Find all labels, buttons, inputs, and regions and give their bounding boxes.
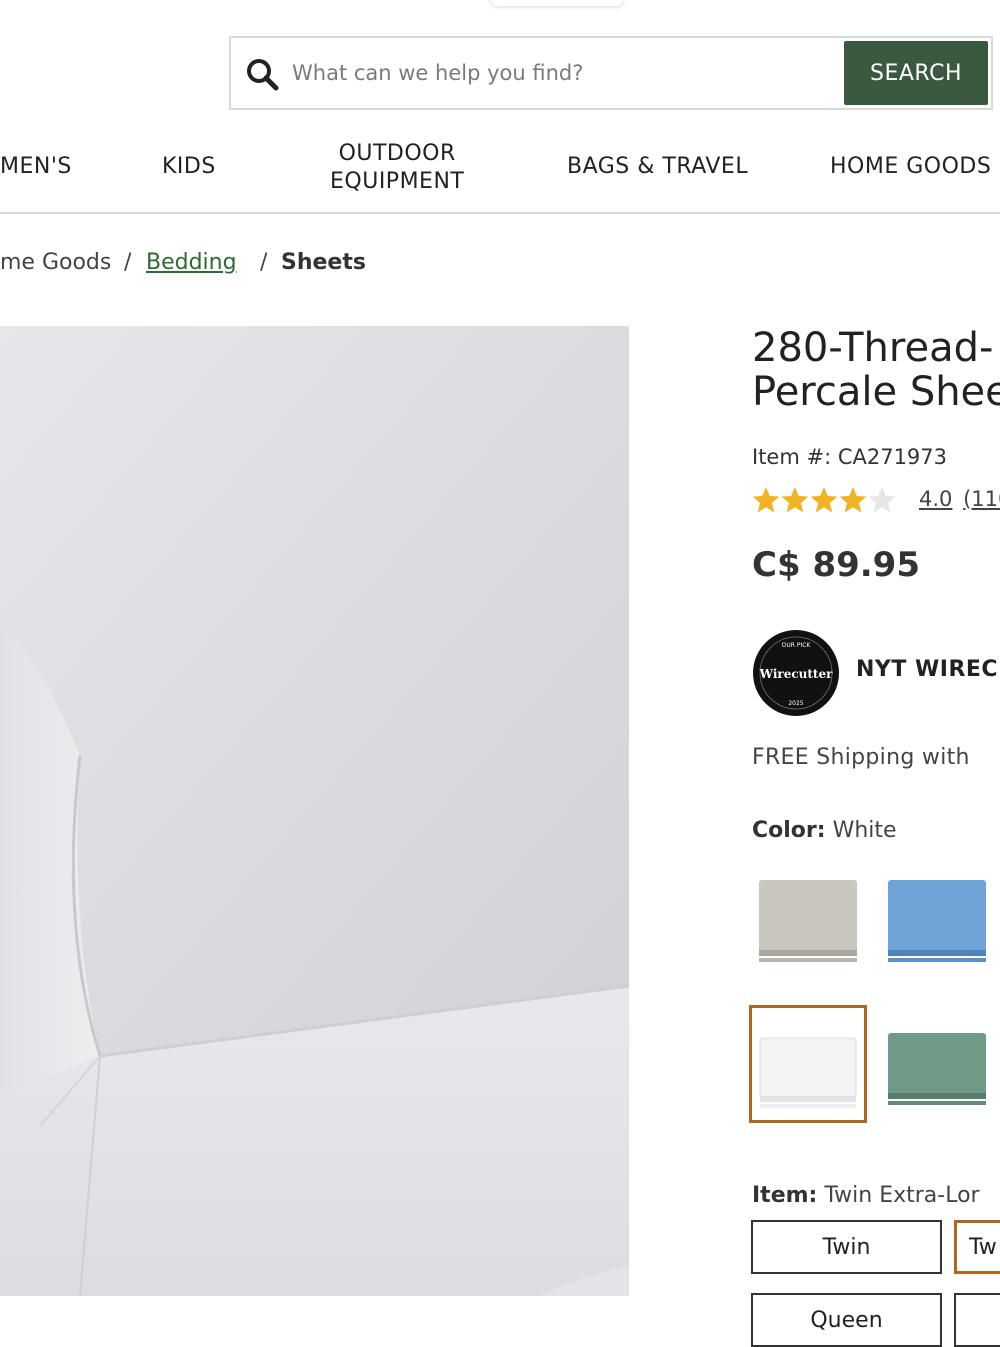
size-option-twin-extra-long[interactable]: Tw <box>954 1220 1000 1274</box>
breadcrumb-current: Sheets <box>281 250 366 275</box>
breadcrumb-bedding-link[interactable]: Bedding <box>146 250 237 275</box>
wirecutter-badge-icon: OUR PICK Wirecutter 2025 <box>753 630 839 716</box>
rating-stars[interactable] <box>752 485 897 515</box>
folded-sheet-icon <box>888 880 986 962</box>
breadcrumb-separator: / <box>124 250 132 275</box>
star-icon <box>810 487 838 513</box>
badge-top-text: OUR PICK <box>782 642 812 649</box>
product-image[interactable] <box>0 326 629 1296</box>
item-label-value: Twin Extra-Lor <box>824 1183 980 1208</box>
size-option-next[interactable] <box>954 1293 1000 1347</box>
color-label-key: Color: <box>752 818 826 843</box>
color-swatch-blue[interactable] <box>878 862 996 980</box>
breadcrumb-separator: / <box>260 250 268 275</box>
free-shipping-text: FREE Shipping with <box>752 745 970 770</box>
nav-item-outdoor-equipment[interactable]: OUTDOOR EQUIPMENT <box>330 140 464 196</box>
color-swatch-white[interactable] <box>749 1005 867 1123</box>
product-title-line: Percale Shee <box>752 369 1000 415</box>
search-button[interactable]: SEARCH <box>844 41 988 105</box>
nav-item-bags-travel[interactable]: BAGS & TRAVEL <box>567 153 748 181</box>
breadcrumb-home-goods[interactable]: me Goods <box>0 250 111 275</box>
nav-item-home-goods[interactable]: HOME GOODS <box>830 153 991 181</box>
top-handle <box>490 0 624 6</box>
item-label-key: Item: <box>752 1183 818 1208</box>
folded-sheet-icon <box>759 1037 857 1108</box>
color-label: Color: White <box>752 818 897 843</box>
badge-middle-text: Wirecutter <box>759 667 834 681</box>
badge-bottom-text: 2025 <box>788 700 803 707</box>
size-option-queen[interactable]: Queen <box>751 1293 942 1347</box>
nav-item-kids[interactable]: KIDS <box>162 153 216 181</box>
folded-sheet-icon <box>759 880 857 962</box>
product-title: 280-Thread- Percale Shee <box>752 326 1000 414</box>
item-number: Item #: CA271973 <box>752 445 948 469</box>
size-option-twin[interactable]: Twin <box>751 1220 942 1274</box>
folded-sheet-icon <box>888 1033 986 1105</box>
main-nav: MEN'S KIDS OUTDOOR EQUIPMENT BAGS & TRAV… <box>0 126 1000 214</box>
star-icon <box>752 487 780 513</box>
product-price: C$ 89.95 <box>752 545 920 585</box>
rating-count-link[interactable]: (110 <box>963 487 1000 511</box>
nav-item-mens[interactable]: MEN'S <box>0 153 72 181</box>
rating-summary[interactable]: 4.0 (110 <box>919 487 1000 511</box>
nyt-wirecutter-label: NYT WIREC <box>856 657 999 682</box>
search-icon[interactable] <box>244 56 280 92</box>
star-icon <box>839 487 867 513</box>
star-icon <box>781 487 809 513</box>
rating-value[interactable]: 4.0 <box>919 487 952 511</box>
search-input[interactable] <box>292 52 832 94</box>
product-title-line: 280-Thread- <box>752 325 994 371</box>
star-icon <box>868 487 896 513</box>
color-swatch-gray[interactable] <box>749 862 867 980</box>
color-label-value: White <box>832 818 897 843</box>
color-swatch-green[interactable] <box>878 1005 996 1123</box>
item-size-label: Item: Twin Extra-Lor <box>752 1183 980 1208</box>
